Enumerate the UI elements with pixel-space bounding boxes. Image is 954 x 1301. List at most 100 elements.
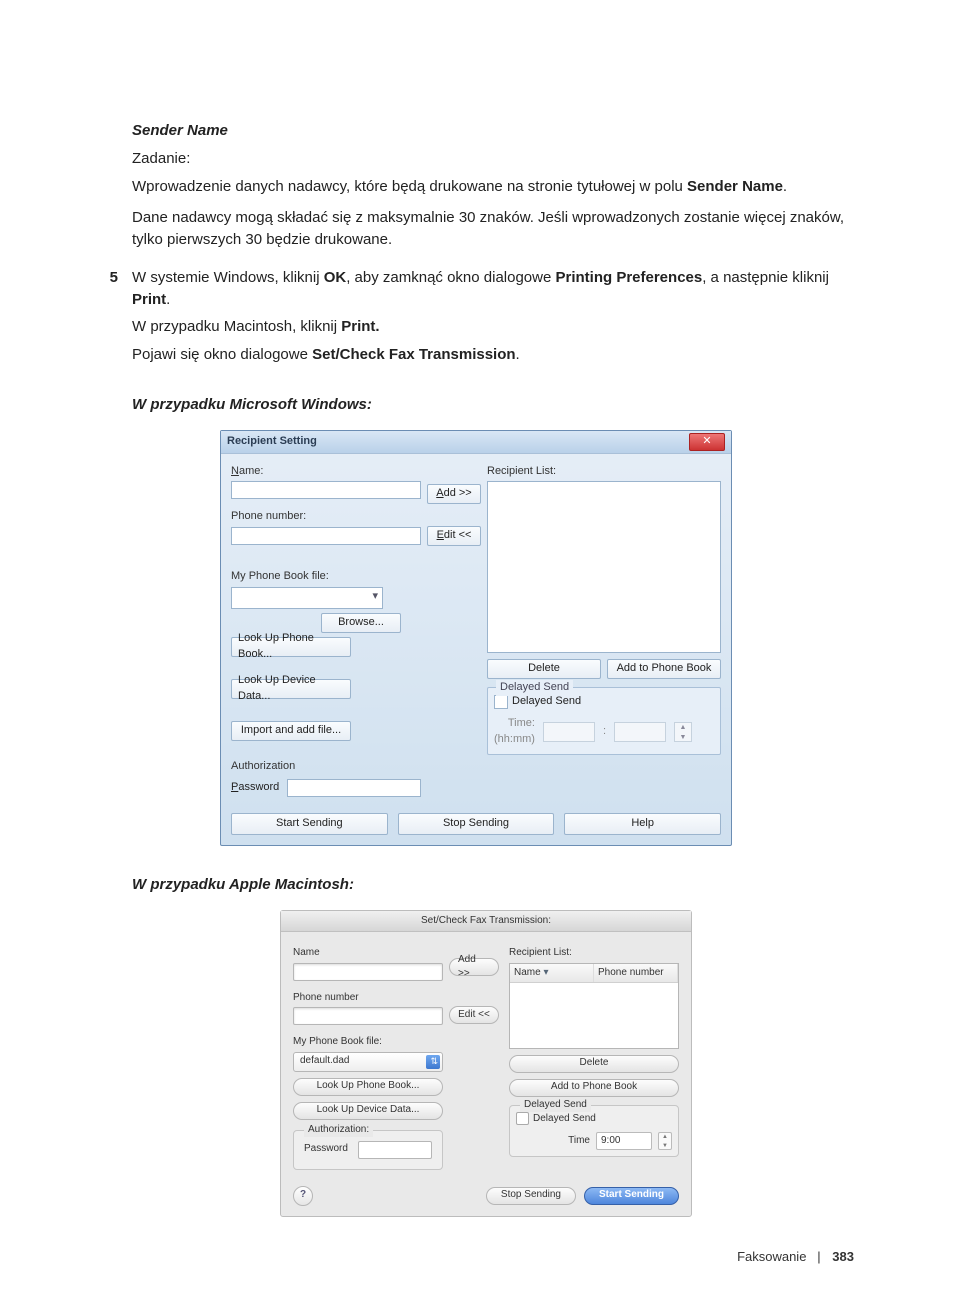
chevron-up-icon: ▲ [659, 1133, 671, 1142]
mac-delayed-send-group-title: Delayed Send [520, 1098, 591, 1113]
mac-delayed-send-label: Delayed Send [533, 1113, 596, 1124]
mac-name-label: Name [293, 946, 443, 961]
import-add-file-button[interactable]: Import and add file... [231, 721, 351, 741]
mac-time-value: 9:00 [601, 1134, 620, 1149]
mac-th-phone[interactable]: Phone number [594, 964, 678, 983]
mac-authorization-label: Authorization: [304, 1123, 373, 1138]
add-button[interactable]: Add >> [427, 484, 481, 504]
mac-lookup-device-data-button[interactable]: Look Up Device Data... [293, 1102, 443, 1120]
window-title: Recipient Setting [227, 434, 317, 450]
password-input[interactable] [287, 779, 421, 797]
phonebook-file-label: My Phone Book file: [231, 569, 421, 585]
footer-separator: | [817, 1249, 820, 1264]
chevron-up-icon: ▲ [675, 723, 691, 733]
edit-label: Edit << [437, 528, 472, 544]
mac-time-stepper[interactable]: ▲▼ [658, 1132, 672, 1150]
name-input[interactable] [231, 481, 421, 499]
bold-sender-name: Sender Name [687, 178, 783, 195]
step-number: 5 [100, 267, 118, 366]
mac-time-input[interactable]: 9:00 [596, 1132, 652, 1150]
phonebook-file-select[interactable] [231, 587, 383, 609]
footer-section: Faksowanie [737, 1249, 806, 1264]
chevron-down-icon: ▼ [659, 1142, 671, 1151]
lookup-phonebook-button[interactable]: Look Up Phone Book... [231, 637, 351, 657]
text: W przypadku Macintosh, kliknij [132, 318, 341, 335]
text: . [783, 178, 787, 195]
checkbox-icon [516, 1112, 529, 1125]
mac-recipient-list-label: Recipient List: [509, 946, 679, 961]
mac-add-to-phonebook-button[interactable]: Add to Phone Book [509, 1079, 679, 1097]
close-icon[interactable]: ✕ [689, 433, 725, 451]
lookup-device-data-button[interactable]: Look Up Device Data... [231, 679, 351, 699]
mac-stop-sending-button[interactable]: Stop Sending [486, 1187, 576, 1205]
recipient-list-label: Recipient List: [487, 464, 721, 480]
paragraph-2: Dane nadawcy mogą składać się z maksymal… [132, 207, 854, 251]
mac-time-label: Time [568, 1134, 590, 1149]
heading-mac: W przypadku Apple Macintosh: [132, 874, 854, 896]
mac-name-input[interactable] [293, 963, 443, 981]
phone-label: Phone number: [231, 509, 421, 525]
mac-delayed-send-group: Delayed Send Delayed Send Time 9:00 ▲▼ [509, 1105, 679, 1158]
name-label: Name: [231, 464, 421, 480]
browse-button[interactable]: Browse... [321, 613, 401, 633]
start-sending-button[interactable]: Start Sending [231, 813, 388, 835]
delayed-send-label: Delayed Send [512, 694, 581, 710]
mac-add-button[interactable]: Add >> [449, 958, 499, 976]
mac-phonebook-file-label: My Phone Book file: [293, 1035, 443, 1050]
mac-phone-label: Phone number [293, 991, 443, 1006]
password-label: Password [231, 780, 279, 796]
mac-lookup-phonebook-button[interactable]: Look Up Phone Book... [293, 1078, 443, 1096]
mac-authorization-group: Authorization: Password [293, 1130, 443, 1170]
time-separator: : [603, 724, 606, 740]
phone-input[interactable] [231, 527, 421, 545]
mac-window-title: Set/Check Fax Transmission: [281, 911, 691, 932]
text: W systemie Windows, kliknij [132, 269, 324, 286]
sender-name-heading: Sender Name [132, 120, 854, 142]
recipient-listbox[interactable] [487, 481, 721, 653]
mac-phone-input[interactable] [293, 1007, 443, 1025]
authorization-label: Authorization [231, 759, 421, 775]
text: . [166, 291, 170, 308]
delayed-send-group-title: Delayed Send [496, 680, 573, 696]
time-minute-input [614, 722, 666, 742]
mac-delete-button[interactable]: Delete [509, 1055, 679, 1073]
mac-help-button[interactable]: ? [293, 1186, 313, 1206]
mac-delayed-send-checkbox[interactable]: Delayed Send [516, 1112, 672, 1127]
text: , a następnie kliknij [702, 269, 829, 286]
text: , aby zamknąć okno dialogowe [346, 269, 555, 286]
step-line-2: W przypadku Macintosh, kliknij Print. [132, 316, 854, 338]
chevron-down-icon: ▼ [675, 733, 691, 743]
text: Pojawi się okno dialogowe [132, 346, 312, 363]
page-number: 383 [832, 1249, 854, 1264]
window-titlebar[interactable]: Recipient Setting ✕ [221, 431, 731, 454]
windows-dialog: Recipient Setting ✕ Name: Phone number: … [220, 430, 732, 847]
mac-password-input[interactable] [358, 1141, 432, 1159]
help-button[interactable]: Help [564, 813, 721, 835]
mac-recipient-table[interactable]: Name Phone number [509, 963, 679, 1049]
mac-table-header[interactable]: Name Phone number [510, 964, 678, 984]
mac-start-sending-button[interactable]: Start Sending [584, 1187, 679, 1205]
mac-edit-button[interactable]: Edit << [449, 1006, 499, 1024]
time-hour-input [543, 722, 595, 742]
page-footer: Faksowanie | 383 [737, 1248, 854, 1267]
add-to-phonebook-button[interactable]: Add to Phone Book [607, 659, 721, 679]
paragraph-1: Wprowadzenie danych nadawcy, które będą … [132, 176, 854, 198]
add-label: Add >> [436, 486, 471, 502]
stop-sending-button[interactable]: Stop Sending [398, 813, 555, 835]
bold-print-mac: Print. [341, 318, 379, 335]
delayed-send-group: Delayed Send Delayed Send Time: (hh:mm) … [487, 687, 721, 755]
edit-button[interactable]: Edit << [427, 526, 481, 546]
text: Wprowadzenie danych nadawcy, które będą … [132, 178, 687, 195]
step-line-1: W systemie Windows, kliknij OK, aby zamk… [132, 267, 854, 311]
delete-button[interactable]: Delete [487, 659, 601, 679]
bold-print: Print [132, 291, 166, 308]
mac-th-name[interactable]: Name [510, 964, 594, 983]
bold-printing-preferences: Printing Preferences [556, 269, 703, 286]
time-label: Time: (hh:mm) [494, 716, 535, 748]
checkbox-icon [494, 695, 508, 709]
mac-dialog: Set/Check Fax Transmission: Name Phone n… [280, 910, 692, 1217]
bold-ok: OK [324, 269, 347, 286]
mac-phonebook-file-select[interactable]: default.dad [293, 1052, 443, 1072]
step-line-3: Pojawi się okno dialogowe Set/Check Fax … [132, 344, 854, 366]
delayed-send-checkbox[interactable]: Delayed Send [494, 694, 714, 710]
